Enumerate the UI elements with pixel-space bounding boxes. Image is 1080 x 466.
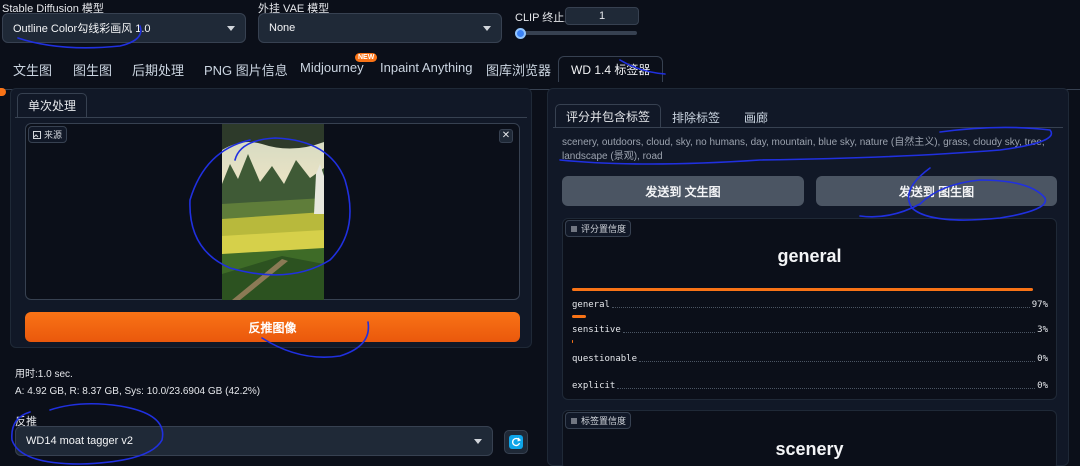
rating-bar-questionable bbox=[572, 340, 573, 343]
tag-confidence-chip: 标签置信度 bbox=[565, 412, 632, 429]
close-icon: ✕ bbox=[501, 130, 511, 141]
tab-single-process[interactable]: 单次处理 bbox=[17, 93, 88, 117]
tags-output[interactable]: scenery, outdoors, cloud, sky, no humans… bbox=[562, 136, 1057, 164]
rating-value: 0% bbox=[1037, 354, 1048, 364]
rating-name: general bbox=[572, 300, 610, 310]
chevron-down-icon bbox=[483, 25, 491, 31]
tag-confidence-label: 标签置信度 bbox=[581, 416, 627, 426]
tab-rating-with-tags[interactable]: 评分并包含标签 bbox=[555, 104, 662, 128]
refresh-icon bbox=[509, 435, 523, 449]
tab-wd14-tagger[interactable]: WD 1.4 标签器 bbox=[558, 56, 664, 82]
send-to-img2img-button[interactable]: 发送到 图生图 bbox=[816, 176, 1057, 206]
tag-top-label: scenery bbox=[775, 439, 844, 459]
dotted-leader bbox=[622, 332, 1036, 333]
tab-img2img[interactable]: 图生图 bbox=[73, 60, 112, 79]
tab-gallery[interactable]: 画廊 bbox=[744, 109, 768, 126]
new-badge: NEW bbox=[355, 53, 378, 62]
vae-value: None bbox=[269, 22, 296, 34]
refresh-button[interactable] bbox=[504, 430, 528, 454]
rating-value: 0% bbox=[1037, 381, 1048, 391]
rating-confidence-chip: 评分置信度 bbox=[565, 220, 632, 237]
rating-row-sensitive: sensitive 3% bbox=[572, 321, 1048, 335]
clip-slider-track[interactable] bbox=[517, 31, 637, 35]
image-icon bbox=[33, 130, 41, 139]
chevron-down-icon bbox=[227, 25, 235, 31]
dotted-leader bbox=[617, 388, 1036, 389]
interrogator-value: WD14 moat tagger v2 bbox=[26, 435, 133, 447]
tab-extras[interactable]: 后期处理 bbox=[132, 60, 184, 79]
clip-number-input[interactable]: 1 bbox=[565, 7, 639, 25]
rating-row-general: general 97% bbox=[572, 296, 1048, 310]
rating-name: explicit bbox=[572, 381, 616, 391]
memory-usage: A: 4.92 GB, R: 8.37 GB, Sys: 10.0/23.690… bbox=[15, 386, 261, 397]
interrogate-button[interactable]: 反推图像 bbox=[25, 312, 520, 342]
rating-confidence-label: 评分置信度 bbox=[581, 224, 627, 234]
rating-top-bar bbox=[572, 288, 1033, 291]
clear-image-button[interactable]: ✕ bbox=[499, 129, 513, 143]
rating-row-explicit: explicit 0% bbox=[572, 377, 1048, 391]
clip-slider-thumb[interactable] bbox=[515, 28, 526, 39]
rating-name: sensitive bbox=[572, 325, 621, 335]
rating-value: 97% bbox=[1031, 300, 1048, 310]
list-icon bbox=[571, 418, 577, 423]
tab-midjourney[interactable]: Midjourney bbox=[300, 60, 364, 75]
source-chip: 来源 bbox=[28, 126, 68, 143]
interrogator-dropdown[interactable]: WD14 moat tagger v2 bbox=[15, 426, 493, 456]
dotted-leader bbox=[639, 361, 1036, 362]
rating-row-questionable: questionable 0% bbox=[572, 350, 1048, 364]
list-icon bbox=[571, 226, 577, 231]
rating-top-label: general bbox=[777, 246, 842, 266]
tab-exclude-tags[interactable]: 排除标签 bbox=[672, 109, 720, 126]
tab-txt2img[interactable]: 文生图 bbox=[13, 60, 52, 79]
dotted-leader bbox=[611, 307, 1030, 308]
send-to-txt2img-button[interactable]: 发送到 文生图 bbox=[562, 176, 804, 206]
subtab-divider bbox=[15, 117, 527, 118]
rating-value: 3% bbox=[1037, 325, 1048, 335]
progress-indicator bbox=[0, 88, 6, 96]
rating-bar-sensitive bbox=[572, 315, 586, 318]
tab-image-browser[interactable]: 图库浏览器 bbox=[486, 60, 551, 79]
vae-dropdown[interactable]: None bbox=[258, 13, 502, 43]
tab-inpaint-anything[interactable]: Inpaint Anything bbox=[380, 60, 473, 75]
source-chip-label: 来源 bbox=[44, 130, 63, 140]
rating-rows: general 97% sensitive 3% questionable 0%… bbox=[572, 296, 1048, 391]
sd-model-value: Outline Color勾线彩画风 1.0 bbox=[13, 23, 151, 35]
right-subtab-divider bbox=[553, 127, 1063, 128]
tab-png-info[interactable]: PNG 图片信息 bbox=[204, 60, 288, 79]
chevron-down-icon bbox=[474, 438, 482, 444]
elapsed-time: 用时:1.0 sec. bbox=[15, 369, 73, 380]
rating-name: questionable bbox=[572, 354, 638, 364]
sd-model-dropdown[interactable]: Outline Color勾线彩画风 1.0 bbox=[2, 13, 246, 43]
source-landscape-image bbox=[222, 124, 324, 300]
